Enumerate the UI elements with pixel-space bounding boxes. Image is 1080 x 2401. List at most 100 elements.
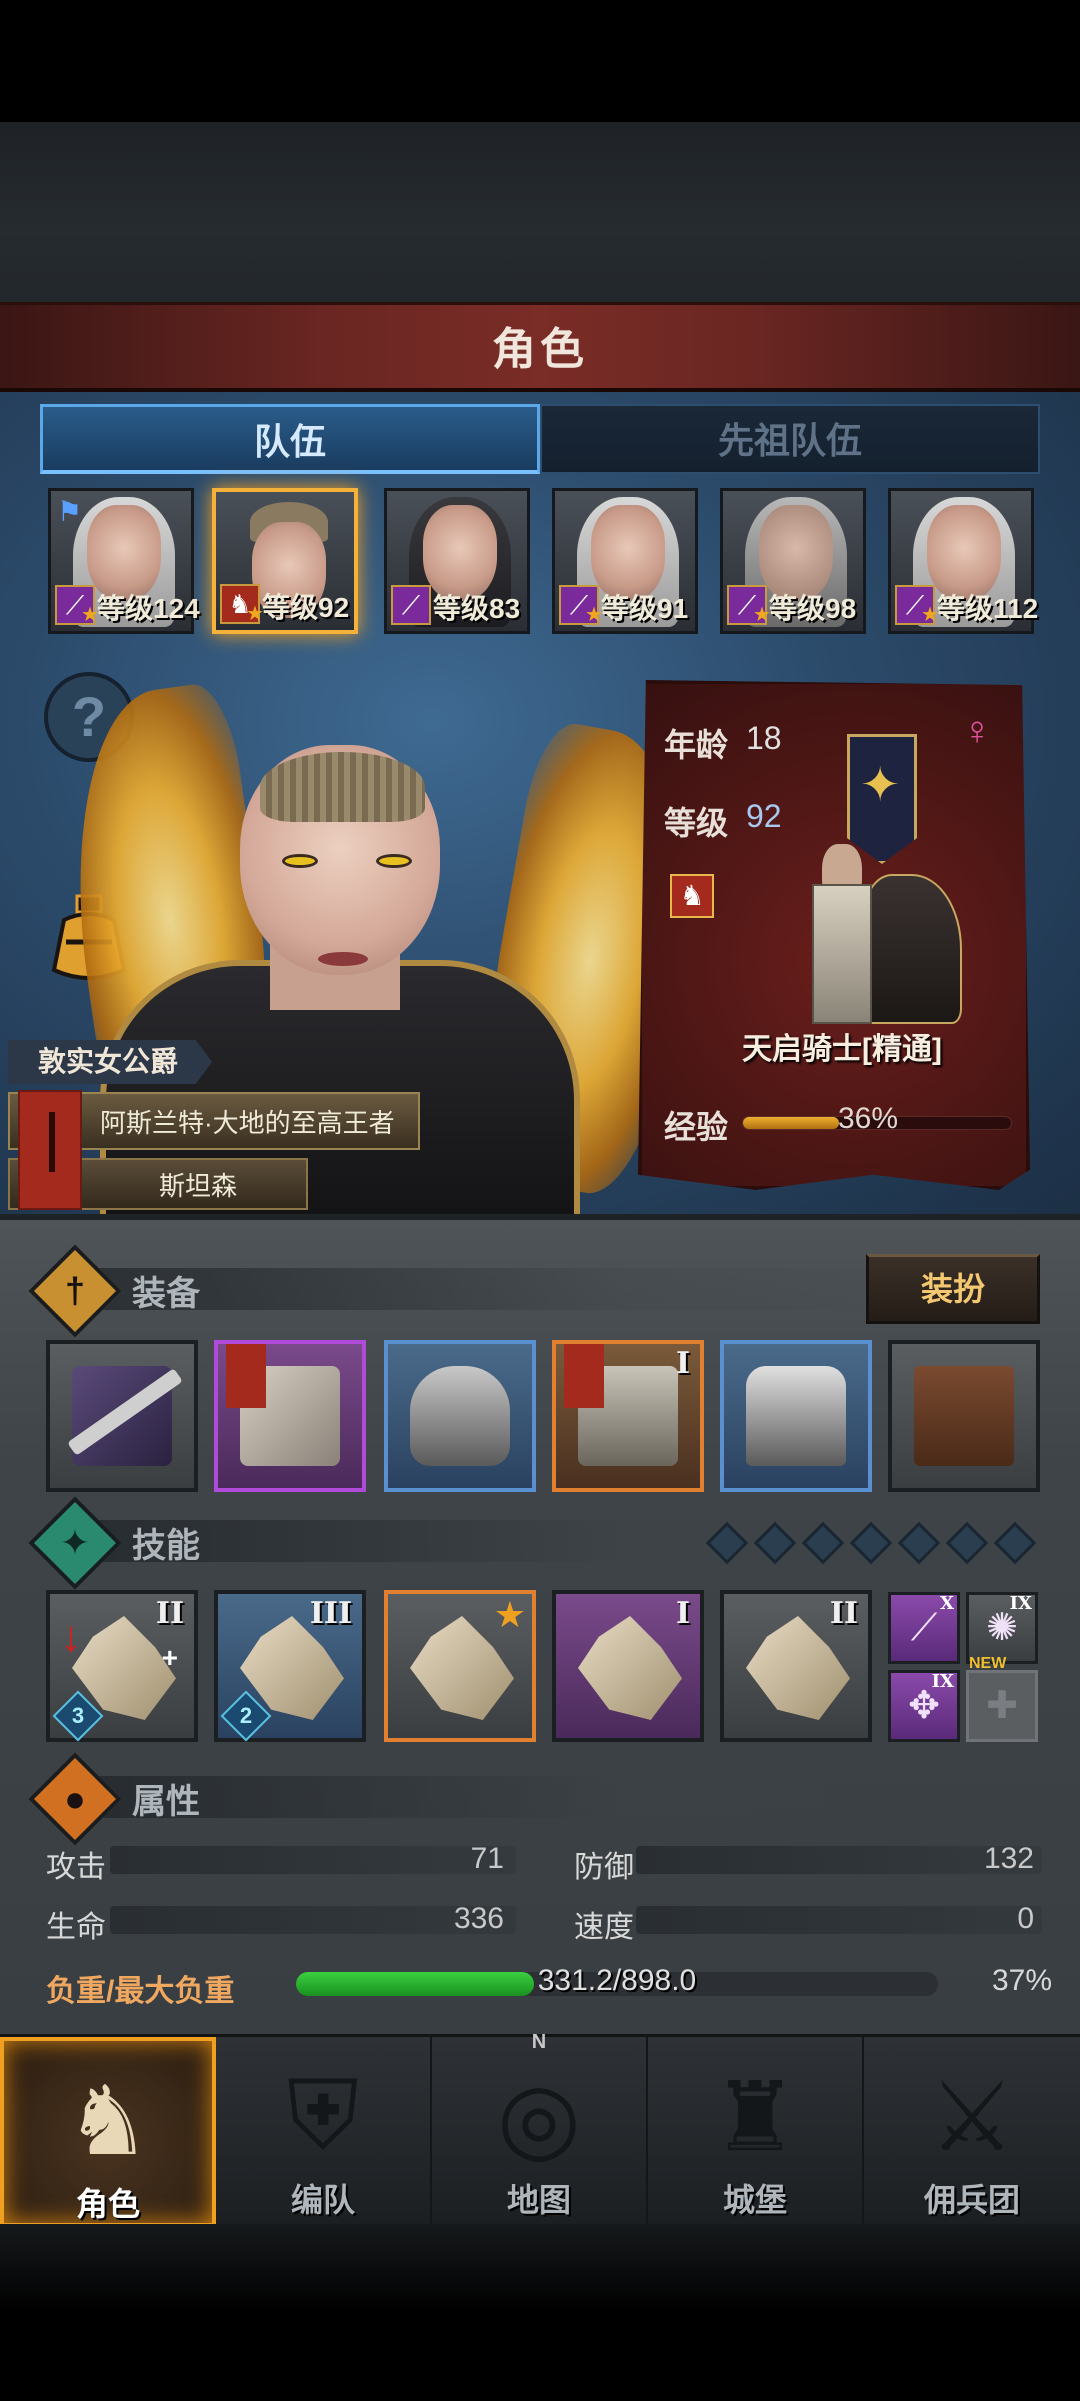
- sword-banner-icon: [18, 1090, 82, 1210]
- equipment-title: 装备: [132, 1275, 200, 1313]
- rank-label: IX: [1009, 1593, 1032, 1614]
- passive-skill-slot[interactable]: ⟋ X: [888, 1592, 960, 1664]
- equip-slot-boots[interactable]: [720, 1340, 872, 1492]
- tab-ancestor-team[interactable]: 先祖队伍: [540, 404, 1040, 474]
- title-bar: 角色: [0, 302, 1080, 392]
- exp-label: 经验: [664, 1109, 729, 1145]
- cross-icon: ✚: [986, 1685, 1018, 1727]
- warrior-icon: ⛨: [287, 2062, 359, 2169]
- defense-label: 防御: [574, 1851, 634, 1884]
- arrow-down-icon: ↓: [60, 1612, 82, 1661]
- crystal-palm-icon: [746, 1616, 850, 1720]
- load-percent: 37%: [991, 1964, 1052, 1997]
- bottom-nav: ♞ 角色 ⛨ 编队 N ◎ 地图 ♜ 城堡 ⚔ 佣兵团: [0, 2031, 1080, 2227]
- hero-level: 等级91: [601, 593, 689, 624]
- exp-percent: 36%: [838, 1102, 899, 1135]
- book-icon: [914, 1366, 1014, 1466]
- exp-bar-fill: [743, 1117, 840, 1129]
- banner-icon: [226, 1344, 266, 1408]
- attributes-header: ● 属性: [0, 1752, 1080, 1846]
- skill-slot[interactable]: I: [552, 1590, 704, 1742]
- hero-card[interactable]: ⟋ ★ 等级98: [720, 488, 866, 634]
- equip-slot-shield[interactable]: [214, 1340, 366, 1492]
- knight-helmet-icon: ♞: [64, 2068, 152, 2175]
- defense-value: 132: [983, 1842, 1034, 1875]
- hero-card[interactable]: ⟋ ★ 等级91: [552, 488, 698, 634]
- rank-label: IX: [931, 1671, 954, 1692]
- skill-slot[interactable]: ★: [384, 1590, 536, 1742]
- nav-formation[interactable]: ⛨ 编队: [216, 2037, 432, 2227]
- helmet-icon: [410, 1366, 510, 1466]
- hp-label: 生命: [46, 1911, 106, 1944]
- rank-label: III: [309, 1596, 352, 1631]
- staff-icon: ⟋: [391, 585, 431, 625]
- class-name: 天启骑士[精通]: [742, 1033, 942, 1066]
- top-backdrop: [0, 122, 1080, 302]
- age-value: 18: [746, 720, 782, 756]
- hero-card-selected[interactable]: ♞ ★ 等级92: [212, 488, 358, 634]
- character-eye: [282, 854, 318, 868]
- noble-title: 敦实女公爵: [8, 1040, 213, 1084]
- nav-mercenaries[interactable]: ⚔ 佣兵团: [864, 2037, 1080, 2227]
- class-illustration: [752, 844, 972, 1024]
- new-badge: NEW: [969, 1655, 1007, 1672]
- info-panel: 年龄 18 ♀ 等级 92 ♞ 天启骑士[精通] 经验 36%: [638, 680, 1030, 1190]
- title-badge[interactable]: 敦实女公爵 阿斯兰特·大地的至高王者 斯坦森: [8, 1040, 420, 1220]
- equip-slot-helmet[interactable]: [384, 1340, 536, 1492]
- attributes-title: 属性: [132, 1783, 200, 1821]
- skills-title: 技能: [132, 1527, 200, 1565]
- equip-slot-book[interactable]: [888, 1340, 1040, 1492]
- load-value: 331.2/898.0: [537, 1964, 697, 1997]
- rank-label: II: [155, 1596, 184, 1631]
- character-hair: [260, 752, 425, 822]
- nav-character[interactable]: ♞ 角色: [0, 2037, 216, 2227]
- speed-label: 速度: [574, 1911, 634, 1944]
- star-icon: ★: [493, 1594, 526, 1635]
- skill-slot[interactable]: II: [720, 1590, 872, 1742]
- character-eye: [376, 854, 412, 868]
- female-icon: ♀: [962, 709, 992, 753]
- passive-skill-slot[interactable]: ✥ IX: [888, 1670, 960, 1742]
- plus-icon: +: [161, 1642, 178, 1673]
- compass-icon: ◎: [497, 2064, 581, 2171]
- passive-skill-slot-empty[interactable]: ✚ NEW: [966, 1655, 1038, 1742]
- dress-up-button[interactable]: 装扮: [866, 1254, 1040, 1324]
- hero-card[interactable]: ⚑ ⟋ ★ 等级124: [48, 488, 200, 634]
- castle-icon: ♜: [711, 2064, 799, 2171]
- hero-card[interactable]: ⟋ ★ 等级112: [888, 488, 1038, 634]
- mercenary-banner-icon: ⚔: [928, 2064, 1016, 2171]
- crystal-palm-icon: [578, 1616, 682, 1720]
- nav-castle[interactable]: ♜ 城堡: [648, 2037, 864, 2227]
- hero-card[interactable]: ⟋ 等级83: [384, 488, 530, 634]
- hero-level: 等级92: [262, 592, 350, 623]
- status-bar: [0, 0, 1080, 122]
- hp-value: 336: [453, 1902, 504, 1935]
- tab-team[interactable]: 队伍: [40, 404, 540, 474]
- flag-icon: ⚑: [57, 496, 83, 527]
- equip-slot-weapon[interactable]: [46, 1340, 198, 1492]
- bottom-backdrop: [0, 2224, 1080, 2401]
- skill-slot[interactable]: III 2: [214, 1590, 366, 1742]
- knight-icon[interactable]: ♞: [670, 874, 714, 918]
- screen-title: 角色: [492, 325, 588, 374]
- hero-level: 等级124: [97, 593, 200, 624]
- equip-slot-armor[interactable]: I: [552, 1340, 704, 1492]
- passive-skill-slot[interactable]: ✺ IX: [966, 1592, 1038, 1664]
- level-label: 等级: [664, 805, 729, 841]
- compass-north-label: N: [531, 2031, 547, 2053]
- banner-icon: [564, 1344, 604, 1408]
- hero-level: 等级98: [769, 593, 857, 624]
- nav-map[interactable]: N ◎ 地图: [432, 2031, 648, 2227]
- rank-label: I: [675, 1596, 690, 1631]
- speed-value: 0: [1017, 1902, 1034, 1935]
- level-value: 92: [746, 798, 782, 834]
- sparkle-icon: ✦: [59, 1522, 91, 1563]
- rank-label: X: [940, 1593, 954, 1614]
- hero-level: 等级112: [937, 593, 1039, 624]
- person-icon: ●: [64, 1778, 86, 1819]
- load-label: 负重/最大负重: [46, 1975, 235, 2008]
- age-label: 年龄: [664, 727, 729, 763]
- question-icon: ?: [71, 685, 107, 748]
- skill-slot[interactable]: ↓ II + 3: [46, 1590, 198, 1742]
- rank-label: II: [829, 1596, 858, 1631]
